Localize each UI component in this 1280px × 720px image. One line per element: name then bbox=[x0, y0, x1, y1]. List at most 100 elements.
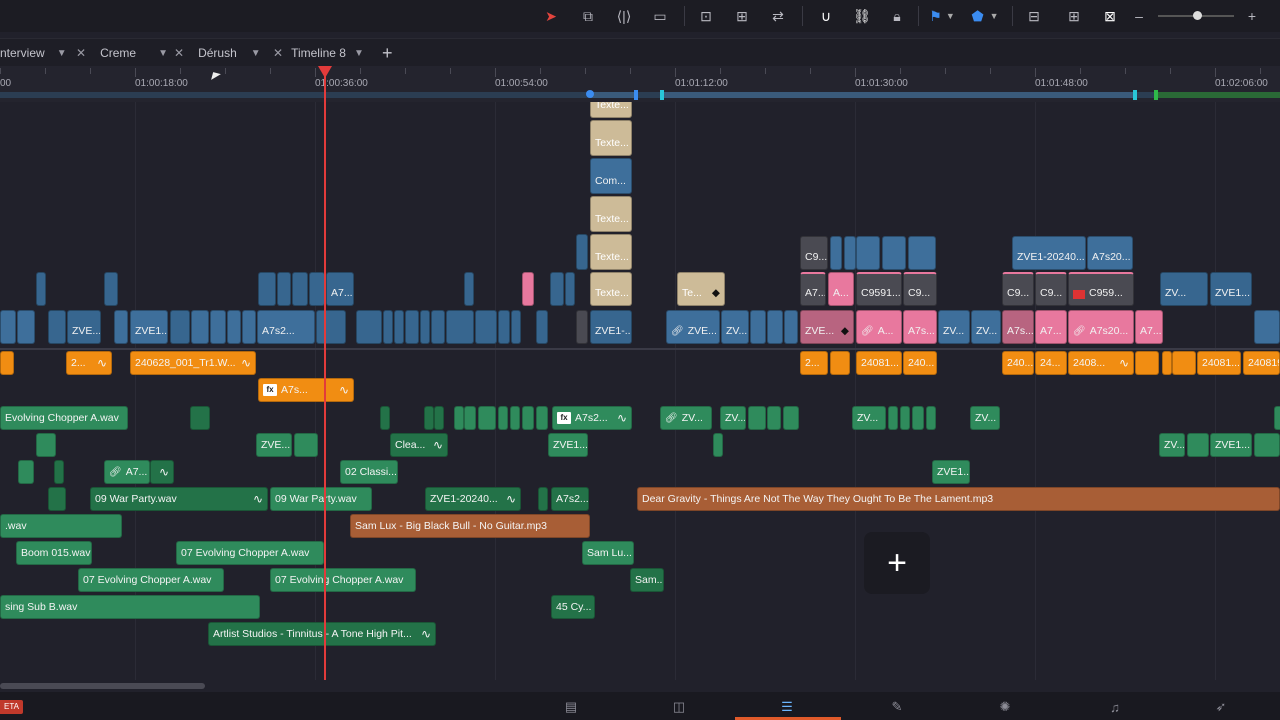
marker-icon[interactable]: ⬟ ▼ bbox=[968, 5, 1002, 27]
audio-clip[interactable] bbox=[888, 406, 898, 430]
audio-clip[interactable]: fx A7s... ∿ bbox=[258, 378, 354, 402]
video-clip[interactable] bbox=[0, 310, 16, 344]
dynamic-trim-icon[interactable]: ⟨|⟩ bbox=[612, 5, 636, 27]
linked-selection-icon[interactable]: ⛓ bbox=[850, 5, 874, 27]
audio-clip[interactable]: 🔗︎ ZV... bbox=[660, 406, 712, 430]
video-clip[interactable]: ZV... bbox=[721, 310, 749, 344]
audio-clip[interactable] bbox=[538, 487, 548, 511]
media-page-icon[interactable]: ▤ bbox=[556, 696, 586, 718]
title-clip[interactable]: Texte... bbox=[590, 102, 632, 118]
audio-clip[interactable]: .wav bbox=[0, 514, 122, 538]
audio-clip[interactable]: ZVE1... bbox=[548, 433, 588, 457]
tab-interview[interactable]: nterview ▼ bbox=[0, 39, 68, 67]
audio-clip[interactable] bbox=[536, 406, 548, 430]
video-clip[interactable] bbox=[420, 310, 430, 344]
audio-clip[interactable]: sing Sub B.wav bbox=[0, 595, 260, 619]
audio-clip[interactable] bbox=[294, 433, 318, 457]
audio-clip[interactable] bbox=[36, 433, 56, 457]
music-clip[interactable]: Sam Lux - Big Black Bull - No Guitar.mp3 bbox=[350, 514, 590, 538]
tab-creme[interactable]: ✕ Creme ▼ bbox=[76, 39, 172, 67]
video-clip[interactable] bbox=[316, 310, 346, 344]
audio-clip[interactable] bbox=[454, 406, 464, 430]
video-clip[interactable]: 🔗︎ ZVE... bbox=[666, 310, 720, 344]
video-clip[interactable]: Com... bbox=[590, 158, 632, 194]
audio-clip[interactable] bbox=[18, 460, 34, 484]
video-clip[interactable] bbox=[550, 272, 564, 306]
audio-clip[interactable]: Clea... ∿ bbox=[390, 433, 448, 457]
video-clip[interactable] bbox=[844, 236, 856, 270]
video-clip[interactable]: C9... bbox=[903, 272, 937, 306]
video-clip[interactable]: A7... bbox=[1135, 310, 1163, 344]
video-clip[interactable]: A... bbox=[828, 272, 854, 306]
select-arrow-icon[interactable]: ➤ bbox=[543, 5, 559, 27]
video-clip[interactable] bbox=[309, 272, 325, 306]
chevron-down-icon[interactable]: ▼ bbox=[354, 48, 364, 59]
video-clip[interactable] bbox=[784, 310, 798, 344]
zoom-slider-handle[interactable] bbox=[1193, 11, 1202, 20]
video-clip[interactable]: ZVE1-20240... bbox=[1012, 236, 1086, 270]
close-icon[interactable]: ✕ bbox=[174, 46, 184, 60]
video-clip[interactable] bbox=[191, 310, 209, 344]
timeline-tracks[interactable]: Texte... Texte... Com... Texte... Texte.… bbox=[0, 102, 1280, 680]
audio-clip[interactable]: ZVE1... bbox=[1210, 433, 1252, 457]
video-clip[interactable] bbox=[767, 310, 783, 344]
fairlight-page-icon[interactable]: ♫ bbox=[1100, 696, 1130, 718]
trim-icon[interactable]: ⧉ bbox=[576, 5, 600, 27]
audio-clip[interactable]: 2408... ∿ bbox=[1068, 351, 1134, 375]
video-clip[interactable] bbox=[277, 272, 291, 306]
audio-clip[interactable]: 24081... bbox=[856, 351, 902, 375]
audio-clip[interactable] bbox=[912, 406, 924, 430]
fusion-page-icon[interactable]: ✎ bbox=[882, 696, 912, 718]
audio-clip[interactable] bbox=[54, 460, 64, 484]
video-clip[interactable] bbox=[36, 272, 46, 306]
audio-clip[interactable]: ZV... bbox=[970, 406, 1000, 430]
audio-clip[interactable] bbox=[48, 487, 66, 511]
zoom-full-icon[interactable]: ⊟ bbox=[1020, 5, 1048, 27]
audio-clip[interactable]: 24081... bbox=[1197, 351, 1241, 375]
audio-clip[interactable]: 24... bbox=[1035, 351, 1067, 375]
video-clip[interactable] bbox=[856, 236, 880, 270]
add-track-button[interactable]: + bbox=[864, 532, 930, 594]
audio-clip[interactable] bbox=[424, 406, 434, 430]
flag-icon[interactable]: ⚑ ▼ bbox=[928, 5, 956, 27]
audio-clip[interactable]: 02 Classi... bbox=[340, 460, 398, 484]
video-clip[interactable]: ZV... bbox=[971, 310, 1001, 344]
playhead[interactable] bbox=[324, 70, 326, 680]
video-clip[interactable] bbox=[170, 310, 190, 344]
audio-clip[interactable] bbox=[434, 406, 444, 430]
video-clip[interactable]: ZVE1-... bbox=[590, 310, 632, 344]
video-clip[interactable] bbox=[431, 310, 445, 344]
timecode-ruler[interactable]: 00 01:00:18:00 01:00:36:00 01:00:54:00 0… bbox=[0, 66, 1280, 102]
audio-clip[interactable]: 240... bbox=[903, 351, 937, 375]
audio-clip[interactable] bbox=[713, 433, 723, 457]
marker-icon[interactable] bbox=[1133, 90, 1137, 100]
audio-clip[interactable] bbox=[900, 406, 910, 430]
audio-clip[interactable]: 240628_001_Tr1.W... ∿ bbox=[130, 351, 256, 375]
video-clip[interactable] bbox=[498, 310, 510, 344]
video-clip[interactable] bbox=[394, 310, 404, 344]
snapping-icon[interactable]: ∪ bbox=[814, 5, 838, 27]
audio-clip[interactable]: 45 Cy... bbox=[551, 595, 595, 619]
zoom-custom-icon[interactable]: ⊠ bbox=[1096, 5, 1124, 27]
video-clip[interactable] bbox=[511, 310, 521, 344]
audio-clip[interactable] bbox=[498, 406, 508, 430]
video-clip[interactable]: C9591.... bbox=[856, 272, 902, 306]
audio-clip[interactable]: 240819 bbox=[1243, 351, 1280, 375]
zoom-in-button[interactable]: + bbox=[1245, 5, 1259, 27]
audio-clip[interactable]: Sam Lu... bbox=[582, 541, 634, 565]
audio-clip[interactable]: ZV... bbox=[1159, 433, 1185, 457]
video-clip[interactable]: A7s20... bbox=[1087, 236, 1133, 270]
audio-clip[interactable]: fx A7s2... ∿ bbox=[552, 406, 632, 430]
video-clip[interactable] bbox=[48, 310, 66, 344]
audio-clip[interactable] bbox=[926, 406, 936, 430]
video-clip[interactable]: C9... bbox=[1035, 272, 1067, 306]
lock-icon[interactable]: 🔒︎ bbox=[885, 5, 909, 27]
audio-clip[interactable] bbox=[1172, 351, 1196, 375]
video-clip[interactable] bbox=[1254, 310, 1280, 344]
audio-clip[interactable]: 🔗︎ A7... bbox=[104, 460, 150, 484]
video-clip[interactable]: A7... bbox=[800, 272, 826, 306]
overwrite-icon[interactable]: ⊞ bbox=[730, 5, 754, 27]
chevron-down-icon[interactable]: ▼ bbox=[57, 48, 67, 59]
video-clip[interactable] bbox=[405, 310, 419, 344]
audio-clip[interactable] bbox=[1254, 433, 1280, 457]
